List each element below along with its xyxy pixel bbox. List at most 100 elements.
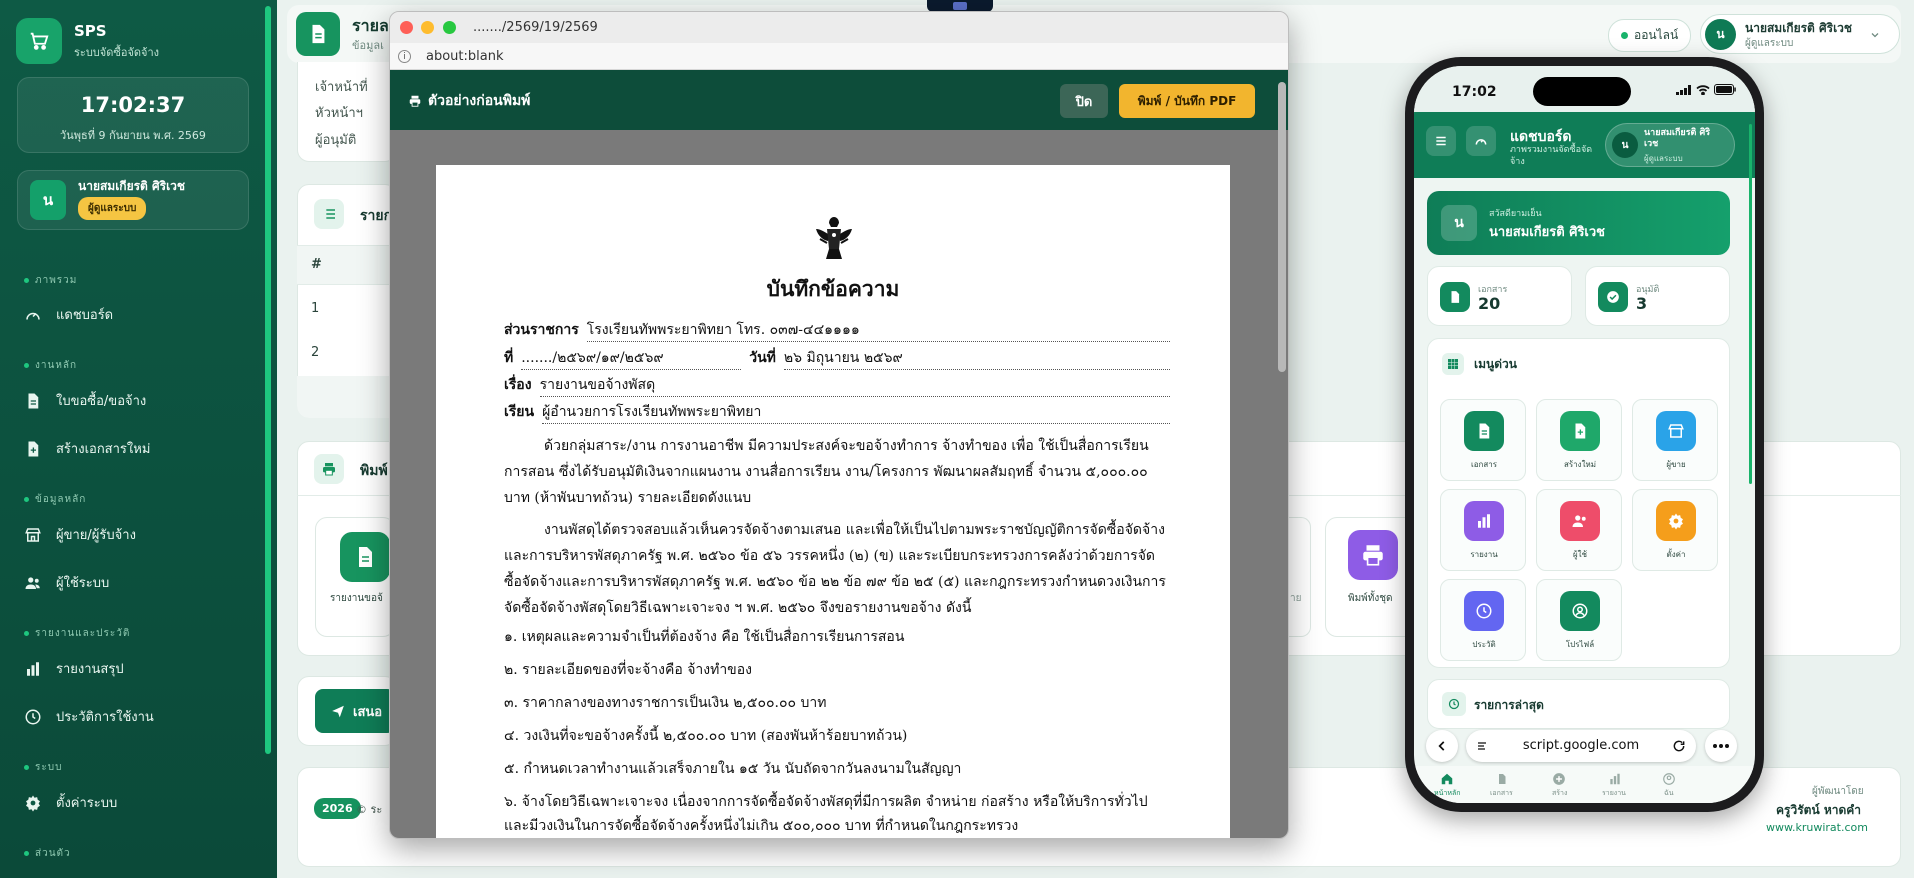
store-icon [25,527,41,542]
reload-icon[interactable] [1672,739,1686,753]
section-master-data: ข้อมูลหลัก [24,492,86,507]
memo-page: บันทึกข้อความ ส่วนราชการ โรงเรียนทัพพระย… [436,165,1230,838]
quick-menu-card: เมนูด่วน เอกสาร สร้างใหม่ ผู้ขาย รายงาน … [1427,338,1730,668]
sidebar-item-new-document[interactable]: สร้างเอกสารใหม่ [24,438,150,459]
phone-url-field[interactable]: script.google.com [1466,730,1696,762]
print-card-clipped-label: าย [1290,593,1302,604]
sidebar-item-settings[interactable]: ตั้งค่าระบบ [24,792,117,813]
phone-tab-bar: หน้าหลัก เอกสาร สร้าง รายงาน ฉัน [1414,766,1755,803]
document-viewer[interactable]: บันทึกข้อความ ส่วนราชการ โรงเรียนทัพพระย… [390,130,1288,838]
quick-menu-profile[interactable]: โปรไฟล์ [1536,579,1622,661]
sidebar-user-card[interactable]: น นายสมเกียรติ ศิริเวช ผู้ดูแลระบบ [17,170,249,230]
grid-icon [1442,353,1464,375]
submit-button[interactable]: เสนอ [315,689,395,733]
quick-menu-history[interactable]: ประวัติ [1440,579,1526,661]
document-icon [340,532,390,582]
brand[interactable]: SPS ระบบจัดซื้อจัดจ้าง [16,18,159,64]
close-window-button[interactable] [400,21,413,34]
dynamic-island [1533,77,1631,106]
sidebar-item-summary-report[interactable]: รายงานสรุป [24,658,124,679]
address-bar[interactable]: i about:blank [390,43,1288,70]
tab-documents[interactable]: เอกสาร [1490,788,1513,799]
close-preview-button[interactable]: ปิด [1060,84,1108,118]
online-status: ออนไลน์ [1608,19,1692,52]
quick-menu-users[interactable]: ผู้ใช้ [1536,489,1622,571]
document-icon [1464,411,1504,451]
memo-item-1: ๑. เหตุผลและความจำเป็นที่ต้องจ้าง คือ ใช… [504,629,905,645]
avatar: น [1441,205,1477,241]
phone-user-pill[interactable]: น นายสมเกียรติ ศิริเวช ผู้ดูแลระบบ [1605,123,1735,167]
minimize-window-button[interactable] [421,21,434,34]
printer-icon [1348,530,1398,580]
print-card-clipped[interactable] [1286,517,1311,637]
developer-link[interactable]: www.kruwirat.com [1766,821,1868,834]
plus-circle-icon [1553,773,1565,785]
quick-menu-reports[interactable]: รายงาน [1440,489,1526,571]
bar-chart-icon [1464,501,1504,541]
info-icon[interactable]: i [398,50,411,63]
cart-icon [16,18,62,64]
table-row[interactable]: 2 [311,345,319,360]
bar-chart-icon [1610,773,1620,785]
table-row[interactable]: 1 [311,301,319,316]
tab-me[interactable]: ฉัน [1664,788,1674,799]
topbar-user-menu[interactable]: น นายสมเกียรติ ศิริเวช ผู้ดูแลระบบ [1700,14,1900,54]
stat-approved[interactable]: อนุมัติ 3 [1585,266,1730,326]
signal-icon [1676,84,1691,95]
wifi-icon [1696,84,1710,95]
tab-create[interactable]: สร้าง [1552,788,1567,799]
sidebar-item-users[interactable]: ผู้ใช้ระบบ [24,572,109,593]
sidebar-item-requests[interactable]: ใบขอซื้อ/ขอจ้าง [24,390,146,411]
copyright: © ระ [356,803,383,816]
memo-item-5: ๕. กำหนดเวลาทำงานแล้วเสร็จภายใน ๑๕ วัน น… [504,761,962,777]
gear-icon [1656,501,1696,541]
quick-menu-create[interactable]: สร้างใหม่ [1536,399,1622,481]
print-pdf-button[interactable]: พิมพ์ / บันทึก PDF [1119,84,1255,118]
phone-scrollbar[interactable] [1749,124,1752,484]
user-role: ผู้ดูแลระบบ [1745,38,1794,49]
memo-recipient: เรียน ผู้อำนวยการโรงเรียนทัพพระยาพิทยา [504,401,1170,424]
viewer-scrollbar[interactable] [1278,82,1286,372]
document-icon [1440,282,1470,312]
battery-icon [1714,84,1736,95]
stat-documents[interactable]: เอกสาร 20 [1427,266,1572,326]
developer-label: ผู้พัฒนาโดย [1812,786,1864,797]
phone-page-subtitle: ภาพรวมงานจัดซื้อจัดจ้าง [1510,145,1593,167]
greeting: สวัสดียามเย็น [1489,209,1542,219]
sidebar-item-vendors[interactable]: ผู้ขาย/ผู้รับจ้าง [24,524,136,545]
window-titlebar[interactable]: ......./2569/19/2569 [390,12,1288,43]
preview-toolbar: ตัวอย่างก่อนพิมพ์ ปิด พิมพ์ / บันทึก PDF [390,70,1288,130]
stat-value: 20 [1478,294,1501,313]
more-button[interactable] [1705,730,1737,762]
sidebar-item-history[interactable]: ประวัติการใช้งาน [24,706,154,727]
window-title: ......./2569/19/2569 [473,20,598,35]
quick-menu-vendors[interactable]: ผู้ขาย [1632,399,1718,481]
tab-reports[interactable]: รายงาน [1602,788,1626,799]
tab-home[interactable]: หน้าหลัก [1434,788,1460,799]
role-badge: ผู้ดูแลระบบ [78,197,147,220]
chevron-down-icon [1871,33,1879,38]
back-button[interactable] [1426,730,1458,762]
clock-date: วันพุธที่ 9 กันยายน พ.ศ. 2569 [60,129,206,142]
latest-items-card: รายการล่าสุด [1427,679,1730,729]
users-icon [25,576,40,589]
quick-menu-settings[interactable]: ตั้งค่า [1632,489,1718,571]
maximize-window-button[interactable] [443,21,456,34]
memo-heading: บันทึกข้อความ [766,277,900,301]
menu-button[interactable] [1426,126,1456,156]
section-personal: ส่วนตัว [24,846,71,861]
sidebar-scrollbar[interactable] [265,6,271,754]
welcome-card: น สวัสดียามเย็น นายสมเกียรติ ศิริเวช [1427,191,1730,255]
sidebar-item-dashboard[interactable]: แดชบอร์ด [24,304,113,325]
dashboard-icon-button[interactable] [1466,126,1496,156]
phone-mockup: 17:02 แดชบอร์ด ภาพรวมงานจัดซื้อจัดจ้าง น… [1405,57,1764,812]
gauge-icon [1475,139,1487,145]
user-role: ผู้ดูแลระบบ [1644,154,1683,163]
signer-head: หัวหน้าฯ [315,106,363,121]
address-url[interactable]: about:blank [426,49,504,64]
section-overview: ภาพรวม [24,273,77,288]
memo-paragraph-1: ด้วยกลุ่มสาระ/งาน การงานอาชีพ มีความประส… [504,438,1149,506]
brand-subtitle: ระบบจัดซื้อจัดจ้าง [74,45,160,59]
quick-menu-documents[interactable]: เอกสาร [1440,399,1526,481]
page-icon [296,12,340,56]
